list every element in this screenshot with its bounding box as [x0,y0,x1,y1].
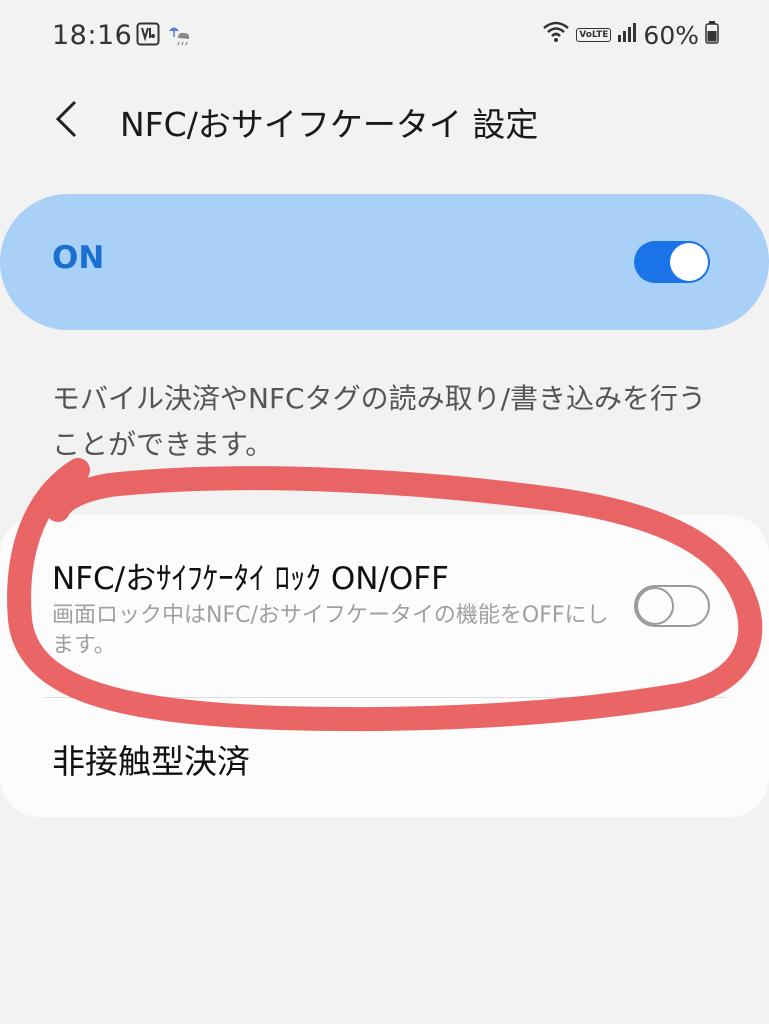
status-time: 18:16 [52,20,133,51]
master-switch-label: ON [52,240,105,276]
status-bar: 18:16 VoLTE 60% [0,0,769,76]
master-toggle[interactable] [634,241,710,283]
status-right: VoLTE 60% [542,20,719,50]
weather-icon [166,22,192,50]
nfc-lock-setting[interactable]: NFC/おｻｲﾌｹｰﾀｲ ﾛｯｸ ON/OFF 画面ロック中はNFC/おサイフケ… [0,515,769,697]
contactless-payment-setting[interactable]: 非接触型決済 [0,705,769,805]
nfc-description: モバイル決済やNFCタグの読み取り/書き込みを行うことができます。 [52,382,707,461]
nfc-lock-subtitle: 画面ロック中はNFC/おサイフケータイの機能をOFFにします。 [52,603,609,658]
battery-percent: 60% [643,20,699,50]
toggle-knob [670,243,708,281]
contactless-payment-title: 非接触型決済 [52,742,250,781]
nfc-lock-title: NFC/おｻｲﾌｹｰﾀｲ ﾛｯｸ ON/OFF [52,561,449,597]
header: NFC/おサイフケータイ 設定 [0,84,769,154]
volte-badge: VoLTE [576,28,612,42]
battery-icon [705,20,719,50]
wifi-icon [542,20,570,50]
nfc-lock-toggle[interactable] [634,585,710,627]
toggle-knob [636,587,674,625]
settings-card: NFC/おｻｲﾌｹｰﾀｲ ﾛｯｸ ON/OFF 画面ロック中はNFC/おサイフケ… [0,515,769,817]
divider [44,697,726,698]
signal-icon [617,20,637,50]
master-nfc-switch[interactable]: ON [0,194,769,330]
back-button[interactable] [44,94,88,144]
voicemail-icon [136,22,160,50]
chevron-left-icon [55,100,77,138]
status-left-icons [136,22,192,50]
page-title: NFC/おサイフケータイ 設定 [120,105,539,144]
